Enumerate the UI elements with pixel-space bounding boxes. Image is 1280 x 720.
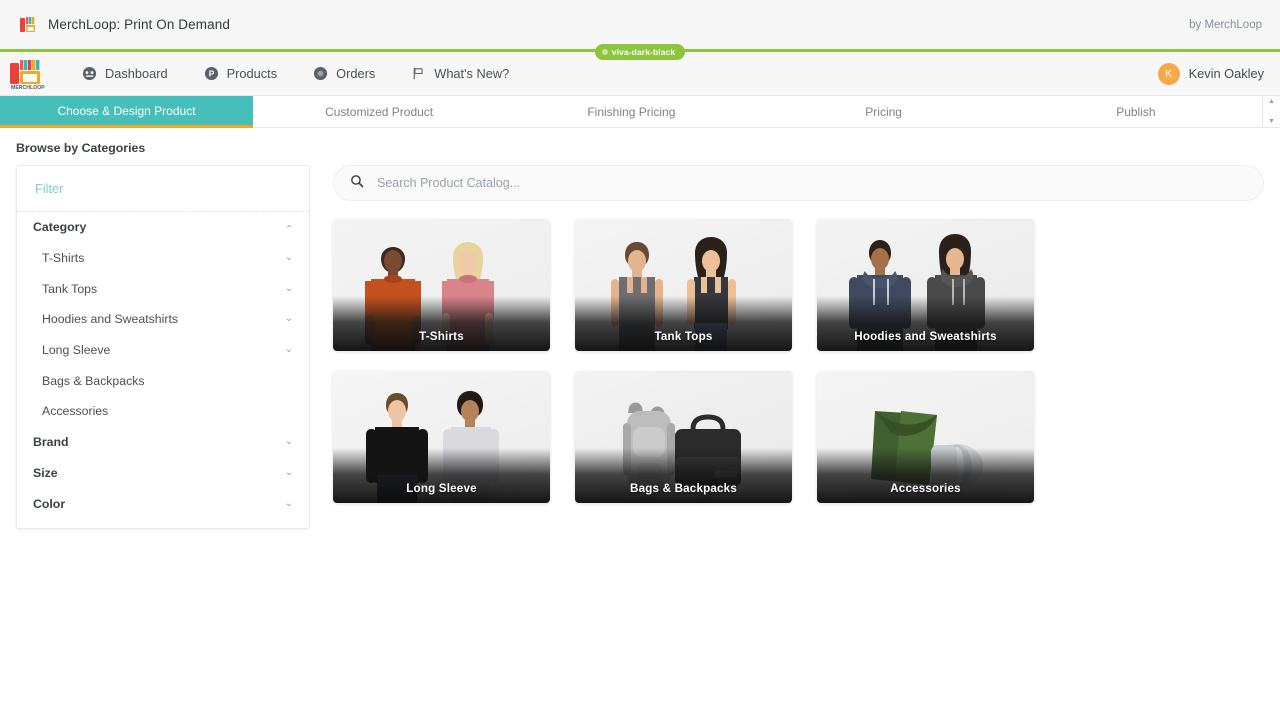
step-tabs: Choose & Design Product Customized Produ… [0,96,1280,128]
theme-badge-label: viva-dark-black [611,47,676,57]
caret-down-icon[interactable]: ▼ [1268,118,1275,125]
chevron-down-icon: ⌄ [284,344,293,356]
filter-group-brand[interactable]: Brand ⌄ [17,427,309,458]
avatar: K [1157,62,1180,85]
tab-label: Customized Product [325,105,434,119]
content-area: Category ⌄ T-Shirts ⌄ Tank Tops ⌄ Hoodie… [0,165,1280,529]
filter-item-label: Hoodies and Sweatshirts [42,312,179,327]
search-bar[interactable] [333,165,1264,201]
products-circle-p-icon: P [204,66,219,81]
card-label-bar: Hoodies and Sweatshirts [817,296,1034,351]
filter-item-label: Long Sleeve [42,343,111,358]
tab-label: Publish [1116,105,1156,119]
card-label-bar: Accessories [817,448,1034,503]
filter-item-tank-tops[interactable]: Tank Tops ⌄ [17,273,309,304]
card-label-bar: Tank Tops [575,296,792,351]
filter-panel: Category ⌄ T-Shirts ⌄ Tank Tops ⌄ Hoodie… [16,165,310,529]
svg-text:MERCHLOOP: MERCHLOOP [11,85,45,91]
card-label-bar: Bags & Backpacks [575,448,792,503]
tab-label: Finishing Pricing [587,105,676,119]
category-card-long-sleeve[interactable]: Long Sleeve [333,371,550,503]
filter-input[interactable] [33,180,293,197]
card-label-bar: T-Shirts [333,296,550,351]
filter-group-color[interactable]: Color ⌄ [17,488,309,519]
card-label: T-Shirts [419,330,464,343]
filter-group-size[interactable]: Size ⌄ [17,458,309,489]
nav-item-orders[interactable]: Orders [295,52,393,96]
user-menu[interactable]: K Kevin Oakley [1157,62,1264,85]
search-icon [350,174,364,193]
page-body: Browse by Categories Category ⌄ T-Shirts… [0,128,1280,529]
filter-item-accessories[interactable]: Accessories [17,396,309,427]
nav-item-whats-new[interactable]: What's New? [393,52,527,96]
merchloop-logo[interactable]: MERCHLOOP [6,56,50,92]
category-card-bags-and-backpacks[interactable]: Bags & Backpacks [575,371,792,503]
theme-badge[interactable]: viva-dark-black [594,44,686,60]
filter-item-label: Tank Tops [42,281,98,296]
main-navbar: MERCHLOOP Dashboard P Products Orders Wh… [0,44,1280,96]
card-label: Bags & Backpacks [630,482,737,495]
caret-up-icon[interactable]: ▲ [1268,98,1275,105]
card-label-bar: Long Sleeve [333,448,550,503]
filter-item-bags-and-backpacks[interactable]: Bags & Backpacks [17,365,309,396]
filter-group-label: Size [33,465,58,480]
card-label: Accessories [890,482,961,495]
tab-label: Choose & Design Product [57,103,196,118]
category-card-t-shirts[interactable]: T-Shirts [333,219,550,351]
nav-item-label: What's New? [434,66,510,81]
filter-item-hoodies-and-sweatshirts[interactable]: Hoodies and Sweatshirts ⌄ [17,304,309,335]
nav-item-dashboard[interactable]: Dashboard [64,52,186,96]
chevron-down-icon: ⌄ [284,313,293,325]
filter-item-label: Bags & Backpacks [42,373,145,388]
tab-finishing-pricing[interactable]: Finishing Pricing [505,96,757,128]
nav-item-label: Products [226,66,278,81]
chevron-down-icon: ⌄ [284,436,293,448]
nav-item-products[interactable]: P Products [186,52,296,96]
chevron-down-icon: ⌄ [284,282,293,294]
title-bar-left: MerchLoop: Print On Demand [18,15,230,35]
filter-item-label: T-Shirts [42,251,85,266]
nav-item-list: Dashboard P Products Orders What's New? [64,52,527,96]
flag-icon [411,66,426,81]
page-title: Browse by Categories [16,141,146,155]
dashboard-gauge-icon [82,66,97,81]
filter-item-label: Accessories [42,404,109,419]
search-input[interactable] [375,175,1247,191]
card-label: Hoodies and Sweatshirts [854,330,997,343]
chevron-down-icon: ⌄ [284,252,293,264]
tab-pricing[interactable]: Pricing [758,96,1010,128]
filter-item-long-sleeve[interactable]: Long Sleeve ⌄ [17,335,309,366]
chevron-up-icon: ⌄ [284,222,293,234]
category-card-tank-tops[interactable]: Tank Tops [575,219,792,351]
category-card-hoodies-and-sweatshirts[interactable]: Hoodies and Sweatshirts [817,219,1034,351]
tab-customized-product[interactable]: Customized Product [253,96,505,128]
tab-publish[interactable]: Publish [1010,96,1262,128]
tab-choose-and-design-product[interactable]: Choose & Design Product [0,96,253,128]
category-card-grid: T-Shirts Tank Tops Hoodies and Sweatshir… [333,219,1264,503]
card-label: Long Sleeve [406,482,477,495]
filter-group-label: Color [33,496,66,511]
category-card-accessories[interactable]: Accessories [817,371,1034,503]
nav-item-label: Orders [336,66,376,81]
card-label: Tank Tops [654,330,713,343]
filter-group-label: Brand [33,435,69,450]
user-name: Kevin Oakley [1188,66,1264,81]
svg-text:P: P [208,69,214,79]
filter-panel-padding [17,519,309,528]
nav-item-label: Dashboard [105,66,168,81]
tabs-scrollbar[interactable]: ▲ ▼ [1262,96,1280,127]
catalog-area: T-Shirts [310,165,1264,503]
app-title: MerchLoop: Print On Demand [48,17,230,32]
title-bar-byline: by MerchLoop [1189,18,1262,31]
filter-group-label: Category [33,220,87,235]
orders-gear-icon [313,66,328,81]
merchloop-store-icon [18,15,38,35]
chevron-down-icon: ⌄ [284,466,293,478]
filter-group-category[interactable]: Category ⌄ [17,212,309,243]
tab-label: Pricing [865,105,902,119]
filter-input-row [17,166,309,212]
filter-item-t-shirts[interactable]: T-Shirts ⌄ [17,243,309,274]
theme-badge-dot-icon [601,49,608,55]
chevron-down-icon: ⌄ [284,497,293,509]
